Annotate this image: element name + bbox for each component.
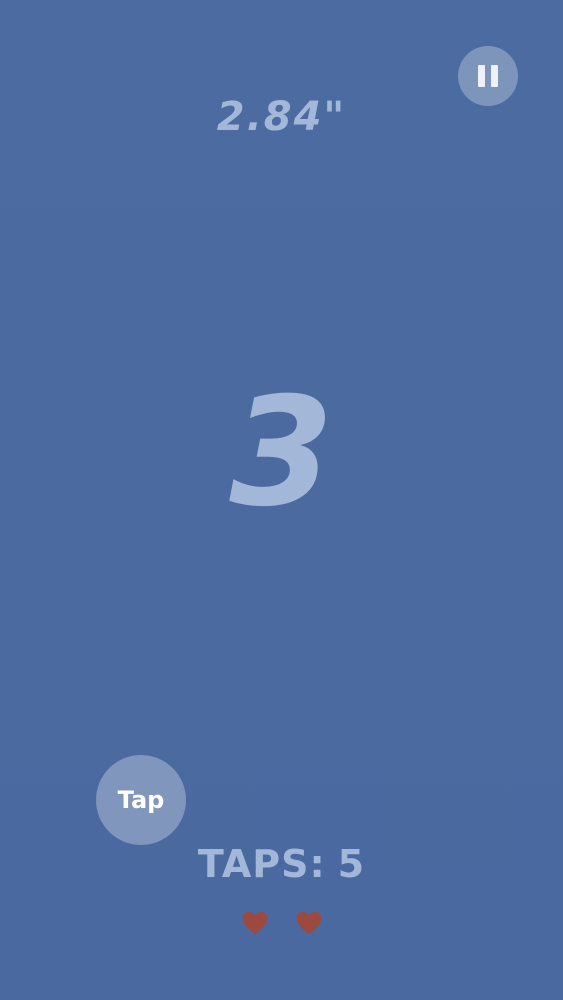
timer-display: 2.84" (216, 94, 347, 140)
taps-counter: TAPS: 5 (0, 842, 563, 886)
tap-button[interactable]: Tap (96, 755, 186, 845)
countdown-number: 3 (229, 366, 334, 540)
pause-icon (478, 65, 498, 87)
heart-icon (242, 911, 267, 935)
tap-button-label: Tap (117, 786, 165, 814)
game-screen[interactable]: 2.84" 3 Tap TAPS: 5 (0, 0, 563, 1000)
taps-value: 5 (337, 842, 366, 886)
lives-indicator (0, 908, 563, 938)
heart-icon (296, 911, 321, 935)
taps-label: TAPS: (197, 842, 326, 886)
